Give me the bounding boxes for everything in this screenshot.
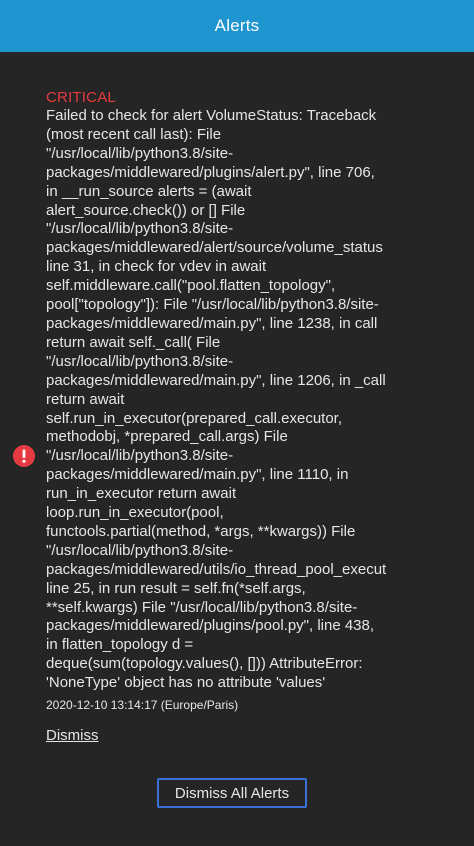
alert-level: CRITICAL — [46, 89, 116, 106]
alert-body: CRITICAL Failed to check for alert Volum… — [46, 88, 466, 745]
alert-timestamp: 2020-12-10 13:14:17 (Europe/Paris) — [46, 698, 239, 713]
dismiss-link[interactable]: Dismiss — [46, 727, 99, 744]
dismiss-all-alerts-button[interactable]: Dismiss All Alerts — [157, 778, 307, 808]
alert-circle-icon — [13, 445, 35, 467]
app-header: Alerts — [0, 0, 474, 52]
page-title: Alerts — [214, 16, 260, 35]
alert-message: Failed to check for alert VolumeStatus: … — [46, 107, 387, 692]
alerts-panel: CRITICAL Failed to check for alert Volum… — [0, 52, 474, 846]
